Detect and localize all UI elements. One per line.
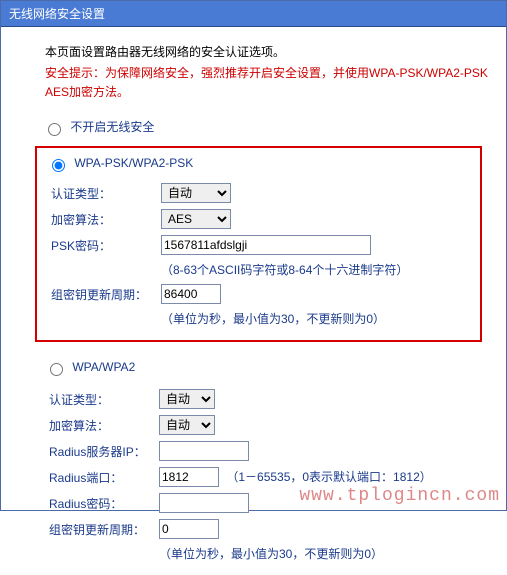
radio-wpapsk-label: WPA-PSK/WPA2-PSK [74,156,193,170]
radio-wpapsk[interactable] [52,159,65,172]
radio-wpa-label: WPA/WPA2 [72,360,135,374]
label-encrypt: 加密算法： [47,206,157,232]
option-wpa[interactable]: WPA/WPA2 [45,360,488,376]
label-psk-pwd: PSK密码： [47,232,157,258]
option-none[interactable]: 不开启无线安全 [43,118,488,136]
input-psk-password[interactable] [161,235,371,255]
input-radius-port[interactable] [159,467,219,487]
label-radius-pwd: Radius密码： [45,490,155,516]
wpa-form: 认证类型： 自动 加密算法： 自动 Ra [45,386,436,565]
titlebar: 无线网络安全设置 [1,1,506,27]
select-wpapsk-auth[interactable]: 自动 [161,183,231,203]
select-wpapsk-encrypt[interactable]: AES [161,209,231,229]
wpa-section: WPA/WPA2 认证类型： 自动 加密算法： 自动 [45,360,488,565]
option-wpapsk[interactable]: WPA-PSK/WPA2-PSK [47,156,470,172]
wpa-groupkey-hint: （单位为秒，最小值为30，不更新则为0） [155,542,436,565]
window: 无线网络安全设置 本页面设置路由器无线网络的安全认证选项。 安全提示：为保障网络… [0,0,507,511]
watermark: www.tplogincn.com [299,486,500,506]
groupkey-hint: （单位为秒，最小值为30，不更新则为0） [157,307,412,330]
radio-wpa[interactable] [50,363,63,376]
intro-text: 本页面设置路由器无线网络的安全认证选项。 [45,43,488,60]
input-wpa-groupkey[interactable] [159,519,219,539]
radio-none[interactable] [48,123,61,136]
label-radius-ip: Radius服务器IP： [45,438,155,464]
security-warning: 安全提示：为保障网络安全，强烈推荐开启安全设置，并使用WPA-PSK/WPA2-… [45,64,488,102]
label-radius-port: Radius端口： [45,464,155,490]
select-wpa-encrypt[interactable]: 自动 [159,415,215,435]
label-auth-type: 认证类型： [47,180,157,206]
radius-port-hint: （1－65535，0表示默认端口：1812） [222,470,431,484]
input-wpapsk-groupkey[interactable] [161,284,221,304]
wpapsk-form: 认证类型： 自动 加密算法： AES P [47,180,412,330]
label-wpa-groupkey: 组密钥更新周期： [45,516,155,542]
label-wpa-auth: 认证类型： [45,386,155,412]
select-wpa-auth[interactable]: 自动 [159,389,215,409]
label-group-key: 组密钥更新周期： [47,281,157,307]
input-radius-pwd[interactable] [159,493,249,513]
radio-none-label: 不开启无线安全 [70,120,154,134]
label-wpa-encrypt: 加密算法： [45,412,155,438]
input-radius-ip[interactable] [159,441,249,461]
window-title: 无线网络安全设置 [9,7,105,21]
wpapsk-section: WPA-PSK/WPA2-PSK 认证类型： 自动 加密算法： AES [35,146,482,342]
psk-hint: （8-63个ASCII码字符或8-64个十六进制字符） [157,258,412,281]
